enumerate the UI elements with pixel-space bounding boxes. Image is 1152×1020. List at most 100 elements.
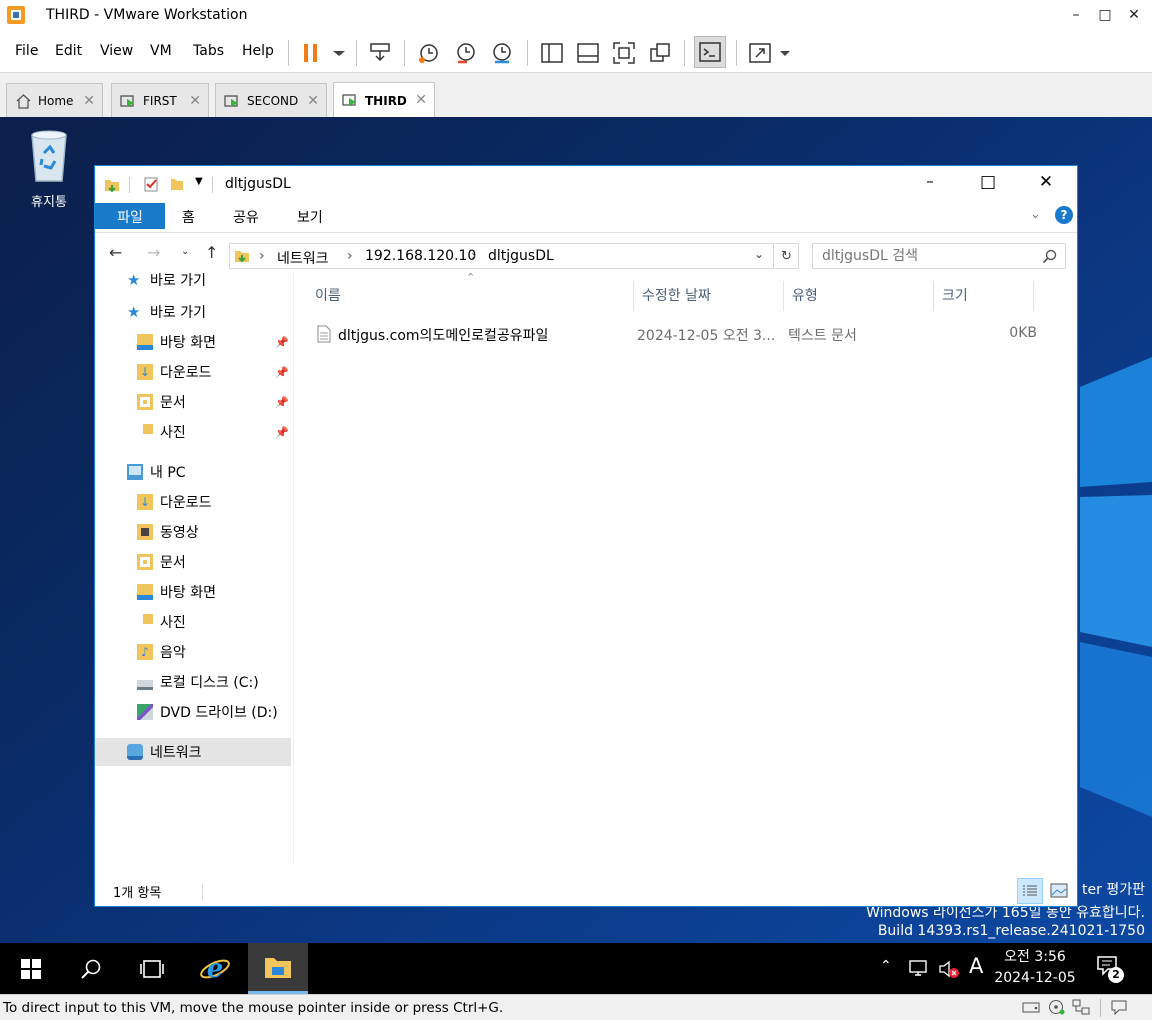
back-button[interactable]: ← [109, 243, 122, 262]
explorer-titlebar[interactable]: ▼ dltjgusDL – □ ✕ [95, 166, 1077, 202]
input-method-indicator[interactable]: A [969, 954, 983, 978]
ribbon-tab-file[interactable]: 파일 [95, 203, 165, 229]
nav-this-pc[interactable]: 내 PC [127, 458, 186, 486]
internet-explorer-button[interactable]: e [186, 943, 244, 994]
explorer-maximize-button[interactable]: □ [965, 172, 1011, 198]
chevron-down-icon[interactable]: ⌄ [754, 247, 764, 261]
volume-muted-icon[interactable] [938, 959, 960, 979]
cd-dvd-status-icon[interactable] [1047, 999, 1065, 1015]
thumbnail-bar-icon[interactable] [575, 40, 601, 66]
start-button[interactable] [2, 943, 60, 994]
new-folder-icon[interactable] [169, 176, 185, 192]
maximize-button[interactable]: □ [1090, 4, 1120, 26]
nav-desktop[interactable]: 바탕 화면 📌 [137, 328, 291, 356]
breadcrumb-host[interactable]: 192.168.120.10 [365, 248, 476, 264]
network-tray-icon[interactable] [908, 959, 928, 977]
nav-quick-access-row[interactable]: ★ 바로 가기 [127, 298, 206, 326]
revert-snapshot-icon[interactable] [453, 40, 479, 66]
pin-icon[interactable]: 📌 [275, 426, 289, 439]
network-adapter-status-icon[interactable] [1072, 999, 1090, 1015]
close-icon[interactable]: ✕ [189, 93, 201, 109]
search-box[interactable] [812, 243, 1066, 269]
nav-pc-desktop[interactable]: 바탕 화면 [137, 578, 216, 606]
menu-vm[interactable]: VM [150, 43, 172, 59]
explorer-minimize-button[interactable]: – [907, 172, 953, 198]
tab-third[interactable]: THIRD ✕ [333, 82, 435, 118]
nav-dvd-drive[interactable]: DVD 드라이브 (D:) [137, 698, 278, 726]
close-icon[interactable]: ✕ [307, 93, 319, 109]
details-view-button[interactable] [1017, 878, 1043, 904]
search-input[interactable] [822, 245, 1042, 267]
recycle-bin[interactable]: 휴지통 [20, 127, 78, 210]
send-ctrl-alt-del-icon[interactable] [367, 40, 393, 66]
ribbon-tab-view[interactable]: 보기 [297, 203, 323, 229]
up-button[interactable]: ↑ [205, 243, 218, 262]
explorer-window[interactable]: ▼ dltjgusDL – □ ✕ 파일 홈 공유 보기 ⌄ ? ← → ⌄ ↑… [94, 165, 1078, 907]
large-icons-view-icon[interactable] [1050, 883, 1068, 899]
help-icon[interactable]: ? [1055, 206, 1073, 224]
address-bar[interactable]: › 네트워크 › 192.168.120.10 › dltjgusDL ⌄ [229, 243, 774, 269]
forward-button[interactable]: → [147, 243, 160, 262]
breadcrumb-share[interactable]: dltjgusDL [488, 248, 554, 264]
unity-icon[interactable] [647, 40, 673, 66]
stretch-guest-icon[interactable] [747, 40, 773, 66]
column-header-date[interactable]: 수정한 날짜 [634, 281, 784, 311]
nav-pictures[interactable]: 사진 📌 [137, 418, 291, 446]
tab-first[interactable]: FIRST ✕ [111, 83, 209, 118]
menu-file[interactable]: File [15, 43, 38, 59]
tab-home[interactable]: Home ✕ [6, 83, 103, 118]
task-view-button[interactable] [123, 943, 181, 994]
guest-desktop[interactable]: 휴지통 ter 평가판 Windows 라이선스가 165일 동안 유효합니다.… [0, 117, 1152, 994]
hard-disk-status-icon[interactable] [1022, 999, 1040, 1015]
menu-view[interactable]: View [100, 43, 133, 59]
suspend-icon[interactable] [298, 40, 324, 66]
close-button[interactable]: ✕ [1119, 4, 1149, 26]
refresh-button[interactable]: ↻ [775, 243, 799, 269]
nav-documents[interactable]: 문서 📌 [137, 388, 291, 416]
nav-pc-videos[interactable]: 동영상 [137, 518, 199, 546]
ribbon-tab-home[interactable]: 홈 [182, 203, 195, 229]
show-hidden-icons-button[interactable]: ⌃ [880, 958, 892, 974]
breadcrumb-network[interactable]: 네트워크 [277, 248, 329, 268]
tab-second[interactable]: SECOND ✕ [215, 83, 327, 118]
ribbon-tab-share[interactable]: 공유 [233, 203, 259, 229]
message-log-icon[interactable] [1110, 999, 1128, 1015]
library-icon[interactable] [539, 40, 565, 66]
minimize-button[interactable]: – [1061, 4, 1091, 26]
nav-pc-documents[interactable]: 문서 [137, 548, 186, 576]
menu-tabs[interactable]: Tabs [193, 43, 224, 59]
file-list[interactable]: ⌃ 이름 수정한 날짜 유형 크기 dltjgus.com의도메인로컬공유파일 … [293, 271, 1077, 863]
pin-icon[interactable]: 📌 [275, 366, 289, 379]
menu-help[interactable]: Help [242, 43, 274, 59]
console-view-button[interactable] [694, 36, 726, 68]
file-row[interactable]: dltjgus.com의도메인로컬공유파일 2024-12-05 오전 3...… [315, 323, 1055, 345]
pin-icon[interactable]: 📌 [275, 336, 289, 349]
properties-icon[interactable] [143, 176, 159, 192]
snapshot-manager-icon[interactable] [489, 40, 515, 66]
recent-locations-button[interactable]: ⌄ [181, 246, 189, 257]
pin-icon[interactable]: 📌 [275, 396, 289, 409]
menu-edit[interactable]: Edit [55, 43, 82, 59]
close-icon[interactable]: ✕ [415, 92, 427, 108]
nav-network[interactable]: 네트워크 [95, 738, 291, 766]
system-clock[interactable]: 오전 3:56 2024-12-05 [990, 947, 1080, 989]
nav-pc-pictures[interactable]: 사진 [137, 608, 186, 636]
nav-local-disk[interactable]: 로컬 디스크 (C:) [137, 668, 259, 696]
column-header-name[interactable]: 이름 [307, 281, 634, 311]
file-explorer-button[interactable] [248, 943, 308, 994]
expand-ribbon-icon[interactable]: ⌄ [1030, 207, 1041, 222]
full-screen-icon[interactable] [611, 40, 637, 66]
column-header-size[interactable]: 크기 [934, 281, 1034, 311]
action-center-button[interactable]: 2 [1096, 955, 1124, 983]
close-icon[interactable]: ✕ [83, 93, 95, 109]
explorer-close-button[interactable]: ✕ [1023, 172, 1069, 198]
chevron-down-icon[interactable] [772, 40, 798, 66]
search-button[interactable] [62, 943, 120, 994]
chevron-down-icon[interactable]: ▼ [195, 176, 203, 187]
nav-pc-downloads[interactable]: ↓ 다운로드 [137, 488, 212, 516]
nav-downloads[interactable]: ↓ 다운로드 📌 [137, 358, 291, 386]
snapshot-icon[interactable] [416, 40, 442, 66]
column-header-type[interactable]: 유형 [784, 281, 934, 311]
nav-pc-music[interactable]: ♪ 음악 [137, 638, 186, 666]
chevron-down-icon[interactable] [326, 40, 352, 66]
